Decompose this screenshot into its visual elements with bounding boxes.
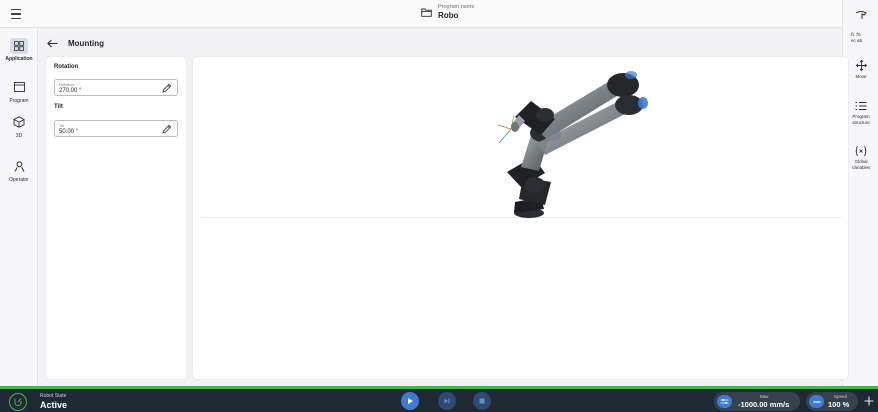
tcp-readout: fx 76 ec a5 xyxy=(851,32,862,44)
program-structure-button[interactable]: Program structure xyxy=(843,101,878,126)
grid-icon xyxy=(10,38,28,54)
move-button[interactable]: Move xyxy=(843,60,878,80)
tilt-field[interactable]: Tilt 50.00 ° xyxy=(54,120,178,137)
hamburger-menu-icon[interactable] xyxy=(6,5,26,23)
global-variables-label-line-2: Variables xyxy=(851,165,871,170)
nav-item-program[interactable]: Program xyxy=(0,80,38,104)
cube-icon xyxy=(12,115,26,129)
person-icon xyxy=(12,159,26,173)
top-bar: Program name Robo xyxy=(0,0,878,28)
nav-item-operator[interactable]: Operator xyxy=(0,159,38,183)
speed-value: 100 % xyxy=(828,400,850,409)
pencil-icon[interactable] xyxy=(162,83,172,93)
global-variables-label: Global Variables xyxy=(852,159,870,171)
tilt-field-label: Tilt xyxy=(59,123,65,128)
global-variables-button[interactable]: Global Variables xyxy=(843,146,878,171)
mounting-settings-panel: Rotation Rotation 270.00 ° Tilt Tilt 50.… xyxy=(46,57,186,379)
play-button[interactable] xyxy=(401,392,419,410)
robot-gripper-button[interactable] xyxy=(843,10,878,20)
pencil-icon[interactable] xyxy=(162,124,172,134)
tcp-readout-line-2: ec a5 xyxy=(851,38,863,43)
program-structure-label-line-2: structure xyxy=(852,120,870,125)
nav-label-3d: 3D xyxy=(15,133,23,139)
rotation-heading: Rotation xyxy=(54,64,79,70)
window-icon xyxy=(12,80,26,94)
program-structure-label: Program structure xyxy=(852,114,870,126)
rotation-field-label: Rotation xyxy=(59,82,74,87)
max-speed-value: -1000.00 mm/s xyxy=(738,400,790,409)
speed-label: Speed xyxy=(834,394,848,399)
variables-icon xyxy=(855,146,867,156)
robot-arm-model xyxy=(497,71,648,218)
minus-icon[interactable] xyxy=(809,395,824,408)
rotation-value: 270.00 ° xyxy=(59,88,82,94)
stop-button[interactable] xyxy=(473,392,491,410)
move-arrows-icon xyxy=(855,60,867,71)
nav-label-program: Program xyxy=(9,98,29,104)
tilt-value: 50.00 ° xyxy=(59,129,79,135)
nav-item-application[interactable]: Application xyxy=(0,38,38,62)
global-variables-label-line-1: Global xyxy=(854,159,868,164)
page-title: Mounting xyxy=(68,38,104,48)
program-name-selector[interactable]: Program name Robo xyxy=(421,4,474,21)
rotation-field[interactable]: Rotation 270.00 ° xyxy=(54,79,178,96)
max-label: Max xyxy=(760,394,769,399)
robot-state-label: Robot State xyxy=(40,393,67,399)
program-name: Robo xyxy=(438,11,459,20)
stop-icon xyxy=(479,398,485,404)
max-speed-pill: Max -1000.00 mm/s xyxy=(714,392,800,411)
list-icon xyxy=(855,102,867,110)
nav-item-3d[interactable]: 3D xyxy=(0,115,38,139)
page-header: Mounting xyxy=(46,34,104,52)
sliders-icon[interactable] xyxy=(717,395,732,408)
move-label: Move xyxy=(855,74,867,79)
step-icon xyxy=(444,398,450,404)
ur-logo-icon xyxy=(9,393,27,411)
bottom-status-bar: Robot State Active Max -1000.00 mm/s Spe… xyxy=(0,386,878,412)
nav-label-application: Application xyxy=(5,56,33,62)
play-icon xyxy=(408,398,413,404)
program-name-label: Program name xyxy=(438,4,475,10)
speed-pill: Speed 100 % xyxy=(806,392,858,411)
left-navigation: Application Program 3D Operator xyxy=(0,28,38,386)
program-structure-label-line-1: Program xyxy=(852,114,870,119)
robot-gripper-icon xyxy=(855,11,867,19)
3d-viewport[interactable] xyxy=(193,57,848,379)
robot-state: Active xyxy=(40,400,68,410)
tilt-heading: Tilt xyxy=(54,104,63,110)
nav-label-operator: Operator xyxy=(9,177,29,183)
back-arrow-icon[interactable] xyxy=(46,37,58,49)
folder-icon xyxy=(421,8,432,17)
step-button[interactable] xyxy=(438,392,456,410)
plus-icon[interactable] xyxy=(862,394,876,408)
